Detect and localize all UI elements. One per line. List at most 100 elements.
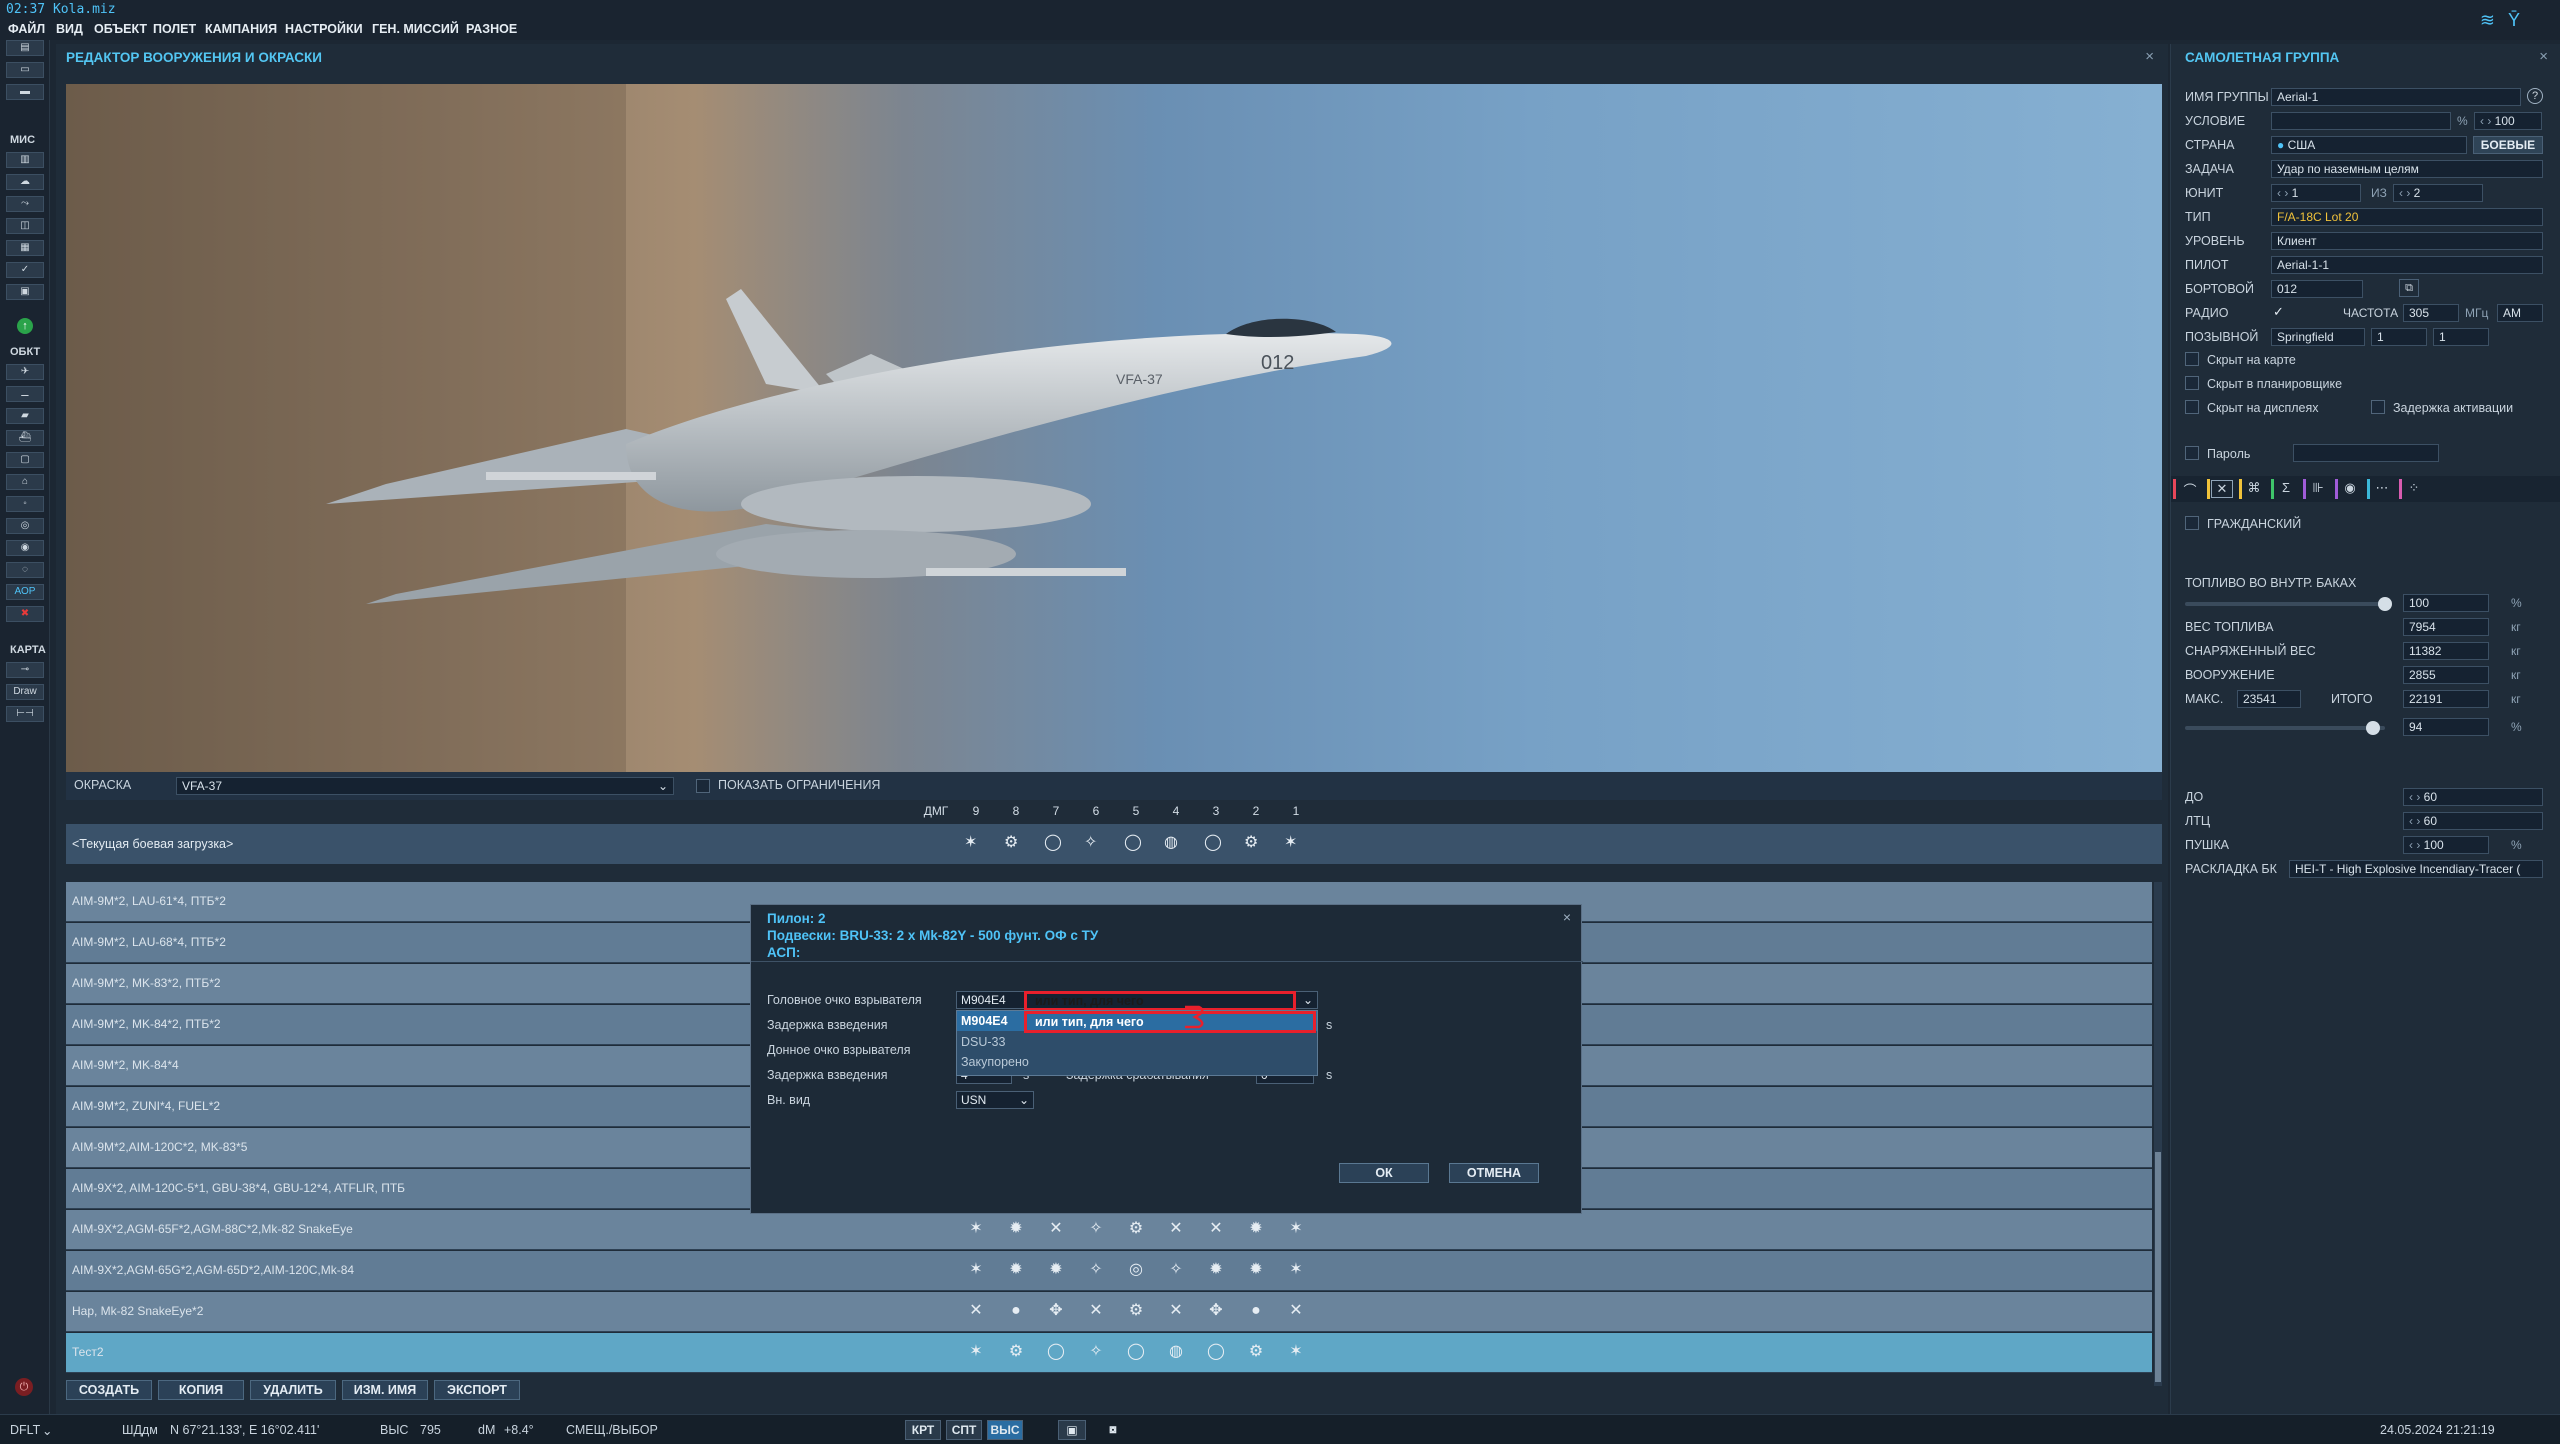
stepper-arrows-icon[interactable]: ‹ › bbox=[2409, 814, 2424, 828]
level-select[interactable]: Клиент bbox=[2271, 232, 2543, 250]
copy-icon[interactable]: ⧉ bbox=[2399, 279, 2419, 297]
civilian-checkbox[interactable] bbox=[2185, 516, 2199, 530]
pylon-3-icon[interactable]: ◯ bbox=[1204, 832, 1222, 852]
pylon-3-icon[interactable]: ✕ bbox=[1204, 1218, 1228, 1242]
late-activation-checkbox[interactable] bbox=[2371, 400, 2385, 414]
helicopter-icon[interactable]: ⚊ bbox=[6, 386, 44, 402]
help-icon[interactable]: ? bbox=[2527, 88, 2543, 104]
pylon-1-icon[interactable]: ✶ bbox=[1284, 832, 1297, 852]
table-row-selected[interactable]: Тест2 ✶ ⚙ ◯ ✧ ◯ ◍ ◯ ⚙ ✶ bbox=[66, 1333, 2152, 1373]
table-scrollbar[interactable] bbox=[2154, 882, 2162, 1386]
menu-settings[interactable]: НАСТРОЙКИ bbox=[285, 22, 363, 36]
pylon-5-icon[interactable]: ◯ bbox=[1124, 832, 1142, 852]
pylon-3-icon[interactable]: ✥ bbox=[1204, 1300, 1228, 1324]
pylon-5-icon[interactable]: ⚙ bbox=[1124, 1218, 1148, 1242]
internal-fuel-input[interactable]: 100 bbox=[2403, 594, 2489, 612]
unit-count-stepper[interactable]: ‹ › 2 bbox=[2393, 184, 2483, 202]
freq-input[interactable]: 305 bbox=[2403, 304, 2459, 322]
condition-input[interactable] bbox=[2271, 112, 2451, 130]
internal-fuel-slider[interactable] bbox=[2185, 602, 2385, 606]
menu-misc[interactable]: РАЗНОЕ bbox=[466, 22, 517, 36]
pylon-2-icon[interactable]: ● bbox=[1244, 1300, 1268, 1324]
menu-view[interactable]: ВИД bbox=[56, 22, 83, 36]
measure-icon[interactable]: ⊢⊣ bbox=[6, 706, 44, 722]
ship-icon[interactable]: ⛴ bbox=[6, 430, 44, 446]
pylon-7-icon[interactable]: ✥ bbox=[1044, 1300, 1068, 1324]
pylon-4-icon[interactable]: ◍ bbox=[1164, 1341, 1188, 1365]
fuel-weight-input[interactable]: 7954 bbox=[2403, 618, 2489, 636]
static-icon[interactable]: ▢ bbox=[6, 452, 44, 468]
tab-radio-icon[interactable]: ◉ bbox=[2339, 480, 2361, 498]
combat-button[interactable]: БОЕВЫЕ bbox=[2473, 136, 2543, 154]
pylon-5-icon[interactable]: ⚙ bbox=[1124, 1300, 1148, 1324]
menu-object[interactable]: ОБЪЕКТ bbox=[94, 22, 147, 36]
delete-button[interactable]: УДАЛИТЬ bbox=[250, 1380, 336, 1400]
pylon-7-icon[interactable]: ◯ bbox=[1044, 832, 1062, 852]
close-icon[interactable]: × bbox=[1563, 909, 1571, 925]
condition-pct-input[interactable]: ‹ › 100 bbox=[2474, 112, 2542, 130]
iads-icon[interactable]: АОР bbox=[6, 584, 44, 600]
pylon-4-icon[interactable]: ✧ bbox=[1164, 1259, 1188, 1283]
group-icon[interactable]: ◌ bbox=[6, 562, 44, 578]
country-select[interactable]: ● США bbox=[2271, 136, 2467, 154]
dropdown-item[interactable]: Закупорено bbox=[961, 1055, 1029, 1069]
modulation-select[interactable]: AM bbox=[2497, 304, 2543, 322]
pylon-1-icon[interactable]: ✕ bbox=[1284, 1300, 1308, 1324]
triggers-icon[interactable]: ⤳ bbox=[6, 196, 44, 212]
tab-tasks-icon[interactable]: ⌘ bbox=[2243, 480, 2265, 498]
dropdown-item[interactable]: DSU-33 bbox=[961, 1035, 1005, 1049]
draw-button[interactable]: Draw bbox=[6, 684, 44, 700]
password-input[interactable] bbox=[2293, 444, 2439, 462]
pylon-3-icon[interactable]: ◯ bbox=[1204, 1341, 1228, 1365]
pylon-2-icon[interactable]: ✹ bbox=[1244, 1218, 1268, 1242]
total-weight-slider[interactable] bbox=[2185, 726, 2385, 730]
pylon-4-icon[interactable]: ✕ bbox=[1164, 1300, 1188, 1324]
plane-icon[interactable]: ✈ bbox=[6, 364, 44, 380]
menu-file[interactable]: ФАЙЛ bbox=[8, 22, 45, 36]
callsign-number-1[interactable]: 1 bbox=[2371, 328, 2427, 346]
internal-fuel-knob[interactable] bbox=[2378, 597, 2392, 611]
stepper-arrows-icon[interactable]: ‹ › bbox=[2409, 838, 2424, 852]
ground-unit-icon[interactable]: ▰ bbox=[6, 408, 44, 424]
chaff-stepper[interactable]: ‹ › 60 bbox=[2403, 788, 2543, 806]
pylon-6-icon[interactable]: ✕ bbox=[1084, 1300, 1108, 1324]
pylon-8-icon[interactable]: ● bbox=[1004, 1300, 1028, 1324]
menu-campaign[interactable]: КАМПАНИЯ bbox=[205, 22, 277, 36]
waypoint-icon[interactable]: ◦ bbox=[6, 496, 44, 512]
password-checkbox[interactable] bbox=[2185, 446, 2199, 460]
layers-icon[interactable]: ▣ bbox=[6, 284, 44, 300]
map-button[interactable]: КРТ bbox=[905, 1420, 941, 1440]
task-select[interactable]: Удар по наземным целям bbox=[2271, 160, 2543, 178]
pylon-7-icon[interactable]: ◯ bbox=[1044, 1341, 1068, 1365]
close-icon[interactable]: × bbox=[2145, 48, 2154, 65]
pylon-4-icon[interactable]: ✕ bbox=[1164, 1218, 1188, 1242]
tab-nav-icon[interactable]: ⁘ bbox=[2403, 480, 2425, 498]
alt-button[interactable]: ВЫС bbox=[987, 1420, 1023, 1440]
delete-icon[interactable]: ✖ bbox=[6, 606, 44, 622]
ok-button[interactable]: ОК bbox=[1339, 1163, 1429, 1183]
target-icon[interactable]: ◉ bbox=[6, 540, 44, 556]
pylon-2-icon[interactable]: ✹ bbox=[1244, 1259, 1268, 1283]
tab-route-icon[interactable]: ⌒ bbox=[2179, 480, 2201, 498]
template-icon[interactable]: ⌂ bbox=[6, 474, 44, 490]
power-icon[interactable]: ⏻ bbox=[15, 1378, 33, 1396]
pylon-9-icon[interactable]: ✶ bbox=[964, 832, 977, 852]
radio-checkbox[interactable]: ✓ bbox=[2273, 304, 2284, 320]
hidden-planner-checkbox[interactable] bbox=[2185, 376, 2199, 390]
pylon-9-icon[interactable]: ✶ bbox=[964, 1341, 988, 1365]
pylon-9-icon[interactable]: ✕ bbox=[964, 1300, 988, 1324]
create-button[interactable]: СОЗДАТЬ bbox=[66, 1380, 152, 1400]
go-icon[interactable]: ↑ bbox=[17, 318, 33, 334]
pylon-1-icon[interactable]: ✶ bbox=[1284, 1341, 1308, 1365]
map-view-icon[interactable]: ▣ bbox=[1058, 1420, 1086, 1440]
pylon-4-icon[interactable]: ◍ bbox=[1164, 832, 1178, 852]
pylon-2-icon[interactable]: ⚙ bbox=[1244, 832, 1258, 852]
close-icon[interactable]: × bbox=[2539, 48, 2548, 65]
tab-summary-icon[interactable]: Σ bbox=[2275, 480, 2297, 498]
group-name-input[interactable]: Aerial-1 bbox=[2271, 88, 2521, 106]
stepper-arrows-icon[interactable]: ‹ › bbox=[2409, 790, 2424, 804]
ammo-select[interactable]: HEI-T - High Explosive Incendiary-Tracer… bbox=[2289, 860, 2543, 878]
pylon-6-icon[interactable]: ✧ bbox=[1084, 1259, 1108, 1283]
callsign-number-2[interactable]: 1 bbox=[2433, 328, 2489, 346]
unit-stepper[interactable]: ‹ › 1 bbox=[2271, 184, 2361, 202]
